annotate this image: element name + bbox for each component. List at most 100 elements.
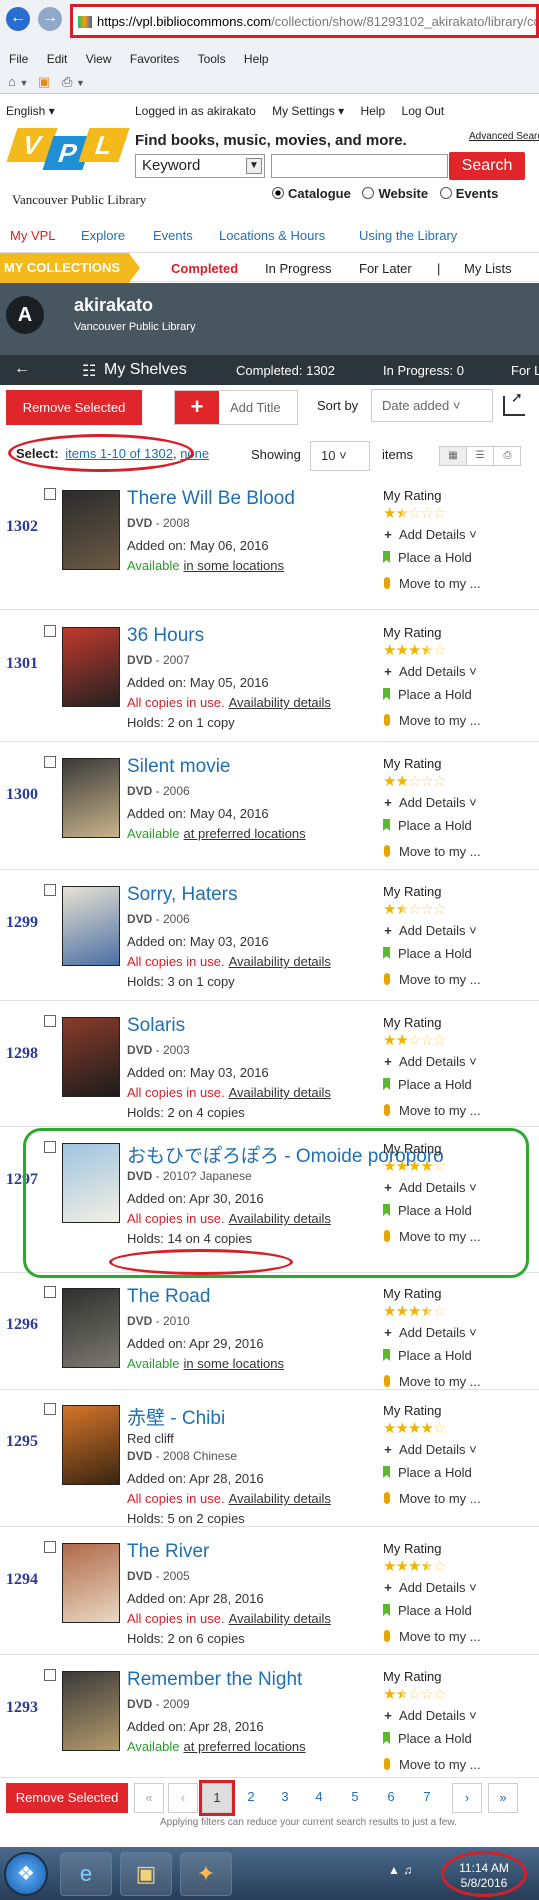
add-details-button[interactable]: + Add Details ˅	[383, 527, 476, 542]
item-title-link[interactable]: The River	[127, 1541, 209, 1563]
item-checkbox[interactable]	[44, 1015, 56, 1027]
remove-selected-button[interactable]: Remove Selected	[6, 390, 142, 425]
menu-favorites[interactable]: Favorites	[130, 52, 179, 66]
star-full-icon[interactable]: ★	[395, 1303, 408, 1320]
star-half-icon[interactable]: ★	[420, 1303, 433, 1320]
page-4-button[interactable]: 4	[304, 1783, 334, 1813]
item-title-link[interactable]: Solaris	[127, 1015, 185, 1037]
rating-stars[interactable]: ★★☆☆☆	[383, 900, 446, 918]
help-link[interactable]: Help	[360, 104, 385, 118]
star-empty-icon[interactable]: ☆	[433, 1303, 446, 1320]
item-title-link[interactable]: 赤壁 - Chibi	[127, 1403, 225, 1430]
address-bar[interactable]: https://vpl.bibliocommons.com/collection…	[70, 4, 539, 38]
star-empty-icon[interactable]: ☆	[420, 1686, 433, 1703]
list-view-icon[interactable]: ☰	[467, 447, 494, 465]
tab-completed[interactable]: Completed	[171, 261, 238, 276]
next-page-button[interactable]: ›	[452, 1783, 482, 1813]
in-progress-count[interactable]: In Progress: 0	[383, 363, 464, 378]
system-clock[interactable]: 11:14 AM 5/8/2016	[441, 1851, 527, 1897]
item-checkbox[interactable]	[44, 1541, 56, 1553]
forward-icon[interactable]: →	[38, 7, 62, 31]
back-icon[interactable]: ←	[6, 7, 30, 31]
availability-link[interactable]: in some locations	[184, 1356, 284, 1371]
star-full-icon[interactable]: ★	[383, 901, 396, 918]
item-cover-image[interactable]	[62, 886, 120, 966]
star-full-icon[interactable]: ★	[383, 1558, 396, 1575]
star-empty-icon[interactable]: ☆	[433, 1420, 446, 1437]
availability-link[interactable]: Availability details	[229, 695, 331, 710]
folder-icon[interactable]: ▣	[120, 1852, 172, 1896]
availability-link[interactable]: at preferred locations	[184, 1739, 306, 1754]
nav-events[interactable]: Events	[153, 228, 193, 243]
radio-website[interactable]: Website	[362, 186, 432, 201]
share-icon[interactable]: ➚	[503, 390, 525, 416]
place-hold-button[interactable]: Place a Hold	[383, 1077, 472, 1092]
back-arrow-icon[interactable]: ←	[14, 360, 30, 378]
star-full-icon[interactable]: ★	[383, 1420, 396, 1437]
add-details-button[interactable]: + Add Details ˅	[383, 1708, 476, 1723]
page-3-button[interactable]: 3	[270, 1783, 300, 1813]
for-later-count[interactable]: For L	[511, 363, 539, 378]
star-half-icon[interactable]: ★	[420, 1558, 433, 1575]
menu-tools[interactable]: Tools	[198, 52, 226, 66]
logout-link[interactable]: Log Out	[402, 104, 445, 118]
star-full-icon[interactable]: ★	[395, 1420, 408, 1437]
radio-catalogue[interactable]: Catalogue	[272, 186, 355, 201]
item-checkbox[interactable]	[44, 1403, 56, 1415]
page-1-button[interactable]: 1	[199, 1780, 235, 1816]
item-checkbox[interactable]	[44, 488, 56, 500]
rating-stars[interactable]: ★★★★☆	[383, 1302, 446, 1320]
radio-events[interactable]: Events	[439, 186, 503, 201]
add-details-button[interactable]: + Add Details ˅	[383, 1325, 476, 1340]
rating-stars[interactable]: ★★☆☆☆	[383, 1685, 446, 1703]
item-cover-image[interactable]	[62, 490, 120, 570]
page-7-button[interactable]: 7	[412, 1783, 442, 1813]
show-count-select[interactable]: 10 ˅	[310, 441, 370, 471]
rating-stars[interactable]: ★★☆☆☆	[383, 772, 446, 790]
availability-link[interactable]: Availability details	[229, 1085, 331, 1100]
item-title-link[interactable]: Sorry, Haters	[127, 884, 238, 906]
advanced-search-link[interactable]: Advanced Search	[469, 131, 539, 142]
nav-explore[interactable]: Explore	[81, 228, 125, 243]
item-checkbox[interactable]	[44, 1669, 56, 1681]
star-full-icon[interactable]: ★	[383, 1032, 396, 1049]
star-half-icon[interactable]: ★	[395, 1686, 408, 1703]
star-empty-icon[interactable]: ☆	[420, 901, 433, 918]
rating-stars[interactable]: ★★★★☆	[383, 1419, 446, 1437]
add-title-button[interactable]: + Add Title	[174, 390, 298, 425]
star-full-icon[interactable]: ★	[383, 773, 396, 790]
star-full-icon[interactable]: ★	[395, 1558, 408, 1575]
item-checkbox[interactable]	[44, 1286, 56, 1298]
star-empty-icon[interactable]: ☆	[420, 1032, 433, 1049]
item-title-link[interactable]: Silent movie	[127, 756, 231, 778]
last-page-button[interactable]: »	[488, 1783, 518, 1813]
availability-link[interactable]: Availability details	[229, 1491, 331, 1506]
remove-selected-button[interactable]: Remove Selected	[6, 1783, 128, 1813]
rating-stars[interactable]: ★★★★☆	[383, 1557, 446, 1575]
chevron-down-icon[interactable]: ▼	[76, 78, 85, 88]
availability-link[interactable]: Availability details	[229, 954, 331, 969]
page-5-button[interactable]: 5	[340, 1783, 370, 1813]
first-page-button[interactable]: «	[134, 1783, 164, 1813]
move-to-shelf-button[interactable]: Move to my ...	[384, 1629, 481, 1644]
star-full-icon[interactable]: ★	[395, 642, 408, 659]
item-checkbox[interactable]	[44, 625, 56, 637]
rating-stars[interactable]: ★★★★☆	[383, 641, 446, 659]
chevron-down-icon[interactable]: ▼	[19, 78, 28, 88]
place-hold-button[interactable]: Place a Hold	[383, 687, 472, 702]
add-details-button[interactable]: + Add Details ˅	[383, 1054, 476, 1069]
move-to-shelf-button[interactable]: Move to my ...	[384, 844, 481, 859]
star-full-icon[interactable]: ★	[420, 1420, 433, 1437]
nav-my-vpl[interactable]: My VPL	[10, 228, 56, 243]
star-empty-icon[interactable]: ☆	[433, 901, 446, 918]
star-full-icon[interactable]: ★	[383, 642, 396, 659]
tab-my-lists[interactable]: My Lists	[464, 261, 512, 276]
search-button[interactable]: Search	[449, 152, 525, 180]
search-input[interactable]	[271, 154, 448, 178]
move-to-shelf-button[interactable]: Move to my ...	[384, 972, 481, 987]
tab-for-later[interactable]: For Later	[359, 261, 412, 276]
star-empty-icon[interactable]: ☆	[433, 642, 446, 659]
item-title-link[interactable]: The Road	[127, 1286, 210, 1308]
move-to-shelf-button[interactable]: Move to my ...	[384, 1757, 481, 1772]
item-cover-image[interactable]	[62, 1543, 120, 1623]
